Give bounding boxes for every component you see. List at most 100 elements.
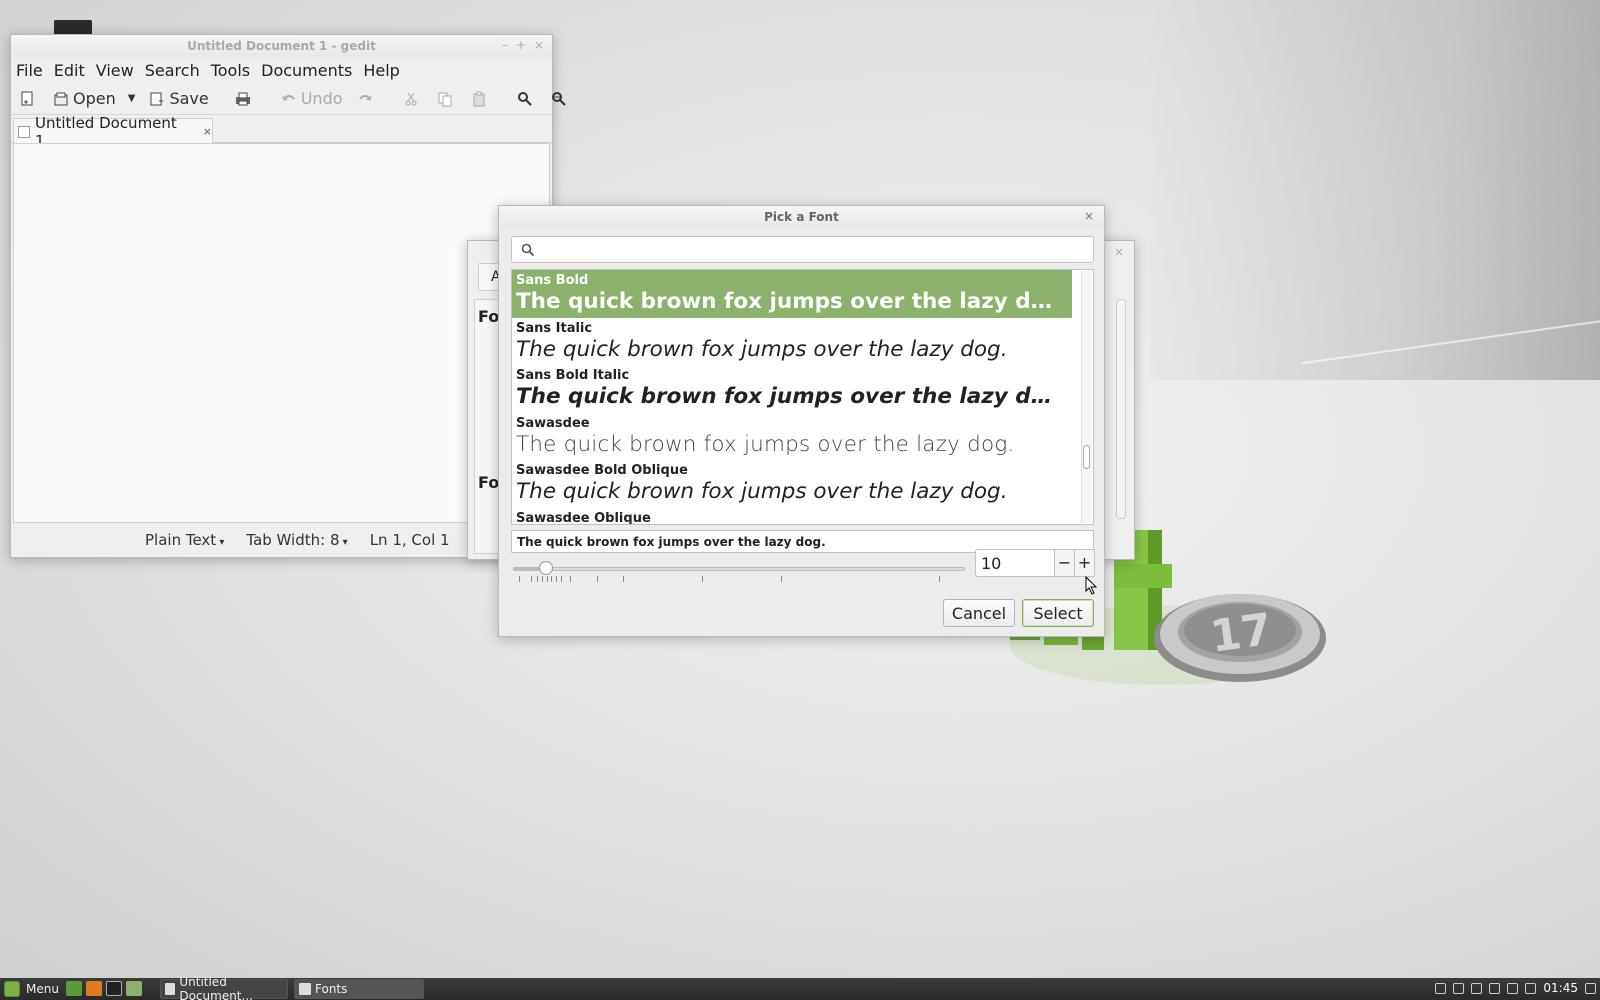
menu-label: Menu — [26, 982, 59, 996]
system-tray: 01:45 — [1435, 981, 1596, 995]
find-replace-icon — [551, 91, 566, 106]
undo-icon — [282, 94, 295, 101]
font-name: Sawasdee Bold Oblique — [516, 463, 688, 478]
paste-button[interactable] — [471, 91, 491, 107]
open-label: Open — [73, 89, 116, 108]
search-icon — [521, 243, 535, 257]
tab-untitled-document-1[interactable]: Untitled Document 1 × — [13, 114, 213, 150]
menu-help[interactable]: Help — [363, 61, 399, 80]
font-search-input[interactable] — [511, 236, 1094, 263]
font-list: Sans Bold The quick brown fox jumps over … — [511, 269, 1094, 525]
undo-button[interactable]: Undo — [281, 89, 343, 108]
gedit-app-icon — [165, 983, 176, 995]
workspace-icon[interactable] — [1585, 982, 1596, 994]
select-button[interactable]: Select — [1022, 599, 1094, 627]
pick-font-dialog: Pick a Font × Sans Bold The quick brown f… — [498, 205, 1105, 637]
font-size-slider[interactable] — [513, 561, 965, 575]
new-document-icon — [21, 91, 33, 105]
clock[interactable]: 01:45 — [1543, 981, 1578, 995]
open-dropdown-icon[interactable]: ▼ — [128, 93, 136, 104]
wall-shade — [1150, 0, 1600, 380]
find-button[interactable] — [517, 91, 537, 107]
dialog-close-button[interactable]: × — [1084, 209, 1094, 223]
copy-icon — [438, 92, 452, 106]
terminal-icon[interactable] — [106, 981, 122, 996]
redo-button[interactable] — [357, 91, 377, 107]
dialog-titlebar[interactable]: Pick a Font × — [499, 206, 1104, 228]
dialog-title: Pick a Font — [764, 210, 839, 224]
fonts-window-close-button[interactable]: × — [1114, 245, 1124, 259]
font-sample: The quick brown fox jumps over the lazy … — [516, 336, 1008, 362]
fonts-app-icon — [299, 983, 311, 995]
save-icon — [150, 92, 164, 105]
open-button[interactable]: Open ▼ — [53, 89, 135, 108]
taskbar-item-gedit[interactable]: Untitled Document... — [160, 975, 288, 1000]
fonts-window-scrollbar[interactable] — [1116, 299, 1126, 519]
scrollbar-thumb[interactable] — [1083, 445, 1090, 469]
open-icon — [54, 92, 68, 105]
firefox-icon[interactable] — [86, 981, 102, 996]
tray-icon-1[interactable] — [1435, 982, 1447, 994]
document-tabs: Untitled Document 1 × — [11, 114, 552, 150]
document-icon — [18, 125, 30, 138]
menu-documents[interactable]: Documents — [261, 61, 352, 80]
update-icon[interactable] — [1471, 982, 1483, 994]
files-icon[interactable] — [126, 981, 142, 996]
network-icon[interactable] — [1489, 982, 1501, 994]
increase-size-button[interactable]: + — [1075, 549, 1095, 577]
svg-text:17: 17 — [1207, 604, 1275, 663]
show-desktop-icon[interactable] — [66, 981, 82, 996]
printer-icon — [235, 92, 250, 105]
mouse-cursor-icon — [1085, 576, 1098, 595]
undo-label: Undo — [300, 89, 343, 108]
language-selector[interactable]: Plain Text — [145, 531, 224, 549]
menu-edit[interactable]: Edit — [54, 61, 85, 80]
user-icon[interactable] — [1453, 982, 1465, 994]
find-replace-button[interactable] — [551, 91, 571, 107]
font-list-item[interactable]: Sans Italic The quick brown fox jumps ove… — [512, 318, 1072, 366]
save-button[interactable]: Save — [149, 89, 209, 108]
cancel-button[interactable]: Cancel — [943, 599, 1015, 627]
mint-menu-icon — [4, 981, 20, 997]
quick-launch — [66, 981, 142, 996]
close-button[interactable]: × — [534, 38, 544, 52]
tab-close-button[interactable]: × — [203, 125, 212, 138]
start-menu-button[interactable]: Menu — [4, 981, 59, 997]
menu-view[interactable]: View — [96, 61, 134, 80]
font-list-item[interactable]: Sans Bold The quick brown fox jumps over … — [512, 270, 1072, 318]
minimize-button[interactable]: – — [502, 38, 508, 52]
menubar: File Edit View Search Tools Documents He… — [11, 57, 552, 83]
save-label: Save — [169, 89, 209, 108]
print-button[interactable] — [235, 91, 255, 107]
font-list-item[interactable]: Sawasdee The quick brown fox jumps over t… — [512, 413, 1072, 461]
slider-ticks — [513, 576, 965, 584]
font-size-spinbutton: 10 − + — [975, 549, 1095, 577]
font-list-scrollbar[interactable] — [1081, 271, 1092, 523]
decrease-size-button[interactable]: − — [1055, 549, 1075, 577]
power-icon[interactable] — [1525, 982, 1537, 994]
fonts-window-label-2: Fo — [478, 473, 500, 492]
fonts-window-label-1: Fo — [478, 307, 500, 326]
cut-button[interactable] — [403, 91, 423, 107]
search-icon — [517, 91, 532, 106]
copy-button[interactable] — [437, 91, 457, 107]
font-list-item[interactable]: Sans Bold Italic The quick brown fox jump… — [512, 365, 1072, 413]
maximize-button[interactable]: + — [516, 38, 526, 52]
cursor-position: Ln 1, Col 1 — [369, 531, 450, 549]
menu-tools[interactable]: Tools — [211, 61, 250, 80]
font-list-item[interactable]: Sawasdee Bold Oblique The quick brown fox… — [512, 460, 1072, 508]
volume-icon[interactable] — [1507, 982, 1519, 994]
taskbar-item-fonts[interactable]: Fonts — [294, 979, 424, 999]
font-size-input[interactable]: 10 — [975, 549, 1055, 577]
new-document-button[interactable] — [19, 91, 39, 107]
slider-knob[interactable] — [538, 561, 553, 575]
font-name: Sans Italic — [516, 320, 593, 336]
gedit-titlebar[interactable]: Untitled Document 1 - gedit – + × — [11, 35, 552, 57]
font-list-item[interactable]: Sawasdee Oblique — [512, 508, 1072, 525]
paste-icon — [473, 91, 485, 106]
menu-search[interactable]: Search — [145, 61, 200, 80]
tab-width-selector[interactable]: Tab Width: 8 — [246, 531, 347, 549]
menu-file[interactable]: File — [16, 61, 43, 80]
task-label: Fonts — [315, 982, 348, 996]
font-sample: The quick brown fox jumps over the lazy … — [516, 431, 1015, 457]
